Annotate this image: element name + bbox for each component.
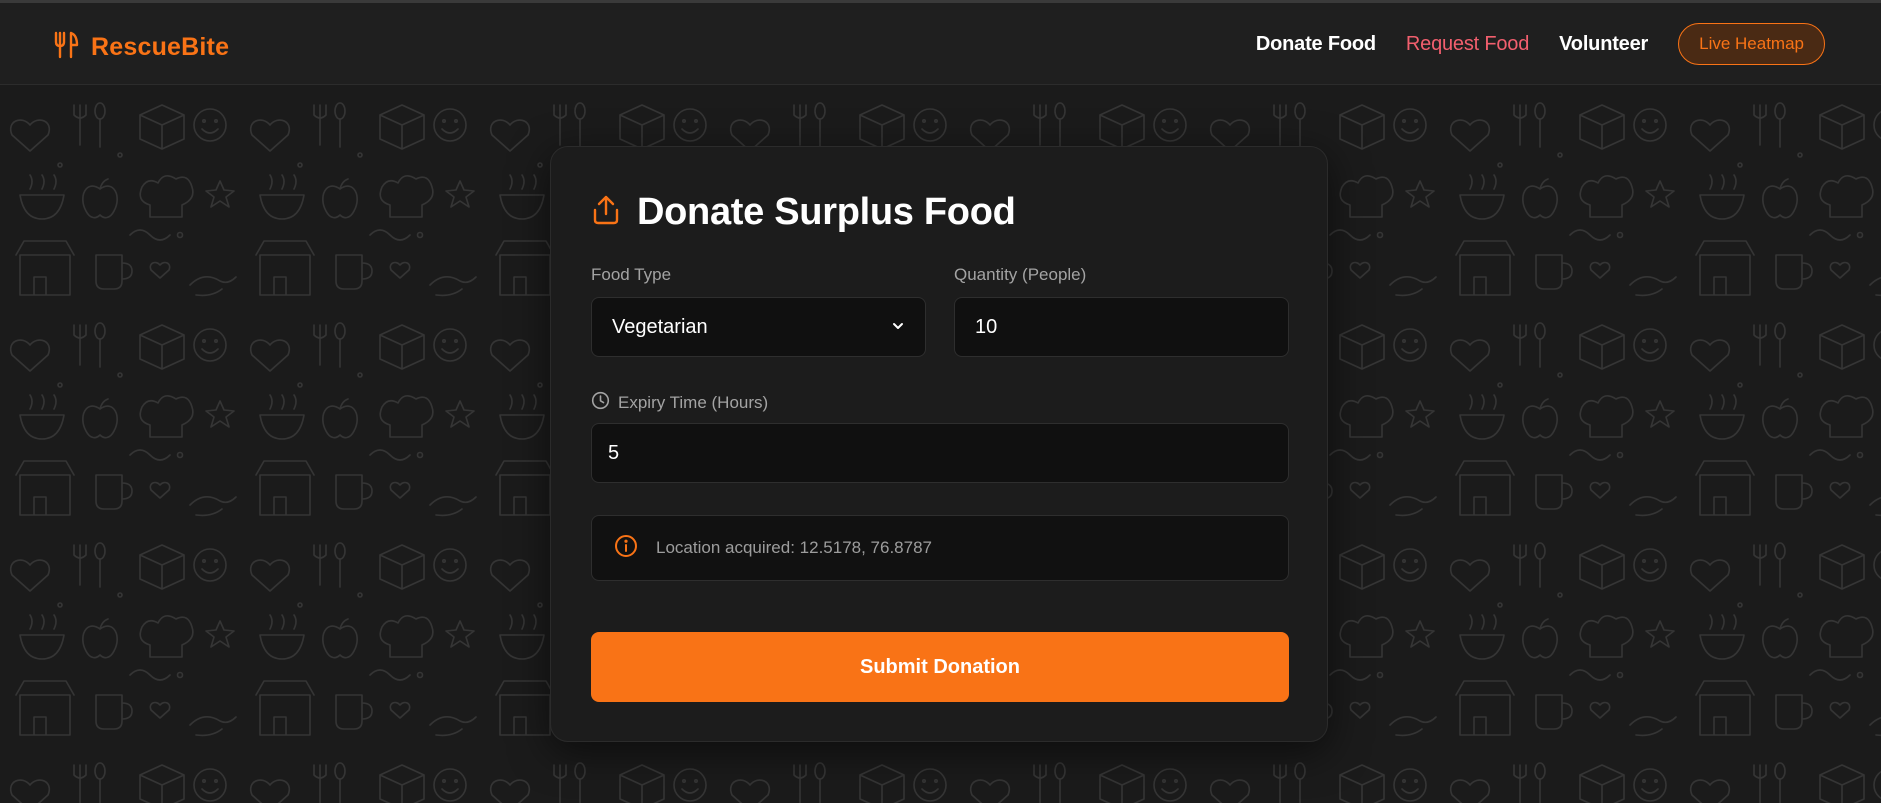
brand-logo[interactable]: RescueBite [53,29,229,65]
page-title: Donate Surplus Food [637,191,1016,233]
form-header: Donate Surplus Food [591,191,1016,234]
food-type-select[interactable]: Vegetarian [591,297,926,357]
nav-request-food[interactable]: Request Food [1406,33,1529,56]
location-text: Location acquired: 12.5178, 76.8787 [656,538,933,557]
food-type-value: Vegetarian [612,315,708,338]
main-nav: Donate Food Request Food Volunteer Live … [1256,22,1825,66]
food-type-label: Food Type [591,265,671,285]
clock-icon [591,391,610,415]
quantity-value: 10 [975,315,998,338]
top-navbar: RescueBite Donate Food Request Food Volu… [0,0,1881,85]
expiry-value: 5 [608,441,620,464]
brand-name: RescueBite [91,32,230,61]
expiry-label-text: Expiry Time (Hours) [618,393,769,412]
submit-donation-button[interactable]: Submit Donation [591,632,1289,702]
quantity-label: Quantity (People) [954,265,1086,285]
expiry-label: Expiry Time (Hours) [591,391,768,415]
info-icon [614,534,638,563]
expiry-input[interactable]: 5 [591,423,1289,483]
quantity-input[interactable]: 10 [954,297,1289,357]
nav-donate-food[interactable]: Donate Food [1256,33,1376,56]
upload-icon [591,194,621,231]
donate-form-card: Donate Surplus Food Food Type Vegetarian… [550,146,1328,742]
food-type-label-text: Food Type [591,265,672,284]
live-heatmap-button[interactable]: Live Heatmap [1678,23,1825,65]
utensils-icon [53,30,81,65]
nav-volunteer[interactable]: Volunteer [1559,33,1648,56]
quantity-label-text: Quantity (People) [954,265,1087,284]
chevron-down-icon [891,316,905,339]
location-status: Location acquired: 12.5178, 76.8787 [591,515,1289,581]
